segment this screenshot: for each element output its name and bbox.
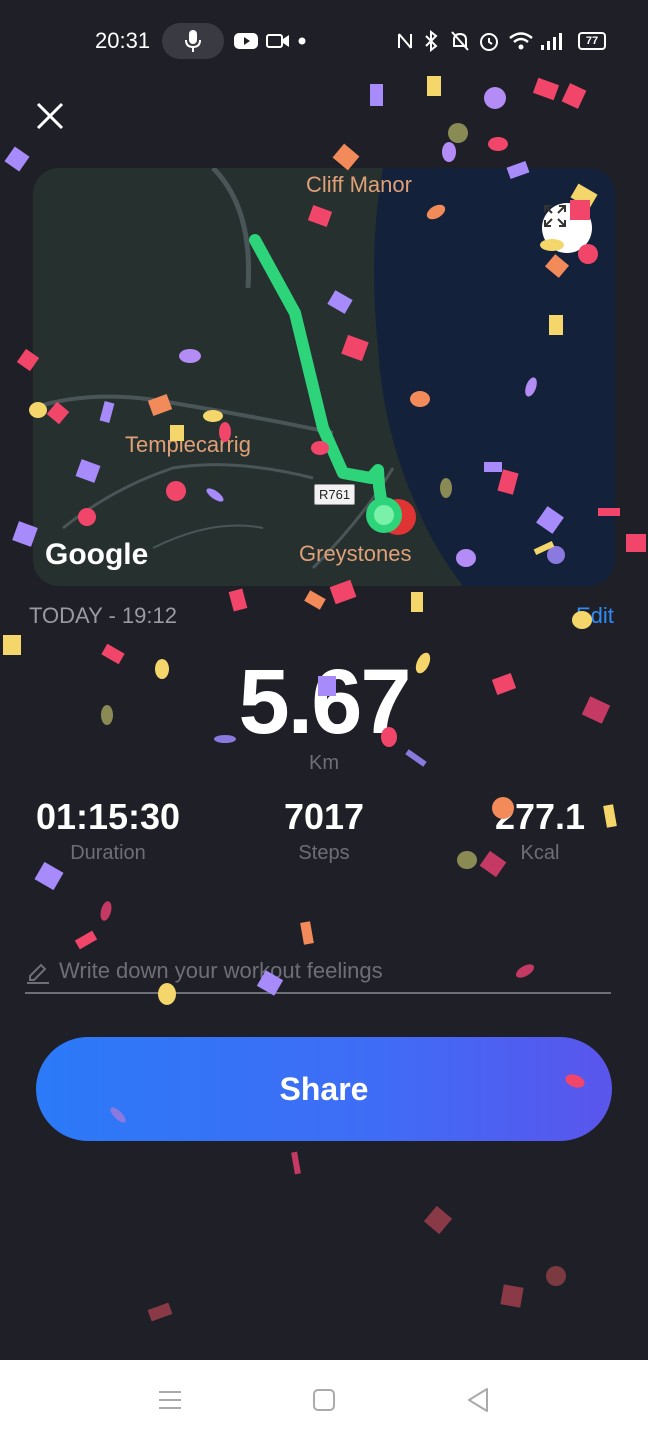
close-icon <box>36 102 64 130</box>
distance-unit: Km <box>309 752 339 774</box>
workout-notes-input[interactable] <box>59 958 599 984</box>
map-label-cliff-manor: Cliff Manor <box>306 172 412 197</box>
kcal-label: Kcal <box>520 842 560 864</box>
status-bar: 20:31 77 <box>0 0 648 84</box>
youtube-icon <box>234 29 258 53</box>
wifi-icon <box>508 29 534 53</box>
close-button[interactable] <box>32 98 68 134</box>
system-nav-bar <box>0 1360 648 1440</box>
bell-muted-icon <box>450 29 470 53</box>
google-logo: Google <box>45 538 149 571</box>
steps-stat: 7017 Steps <box>224 796 424 865</box>
home-square-icon <box>313 1389 335 1411</box>
map-label-templecarrig: Templecarrig <box>125 432 251 457</box>
recent-apps-button[interactable] <box>150 1382 190 1418</box>
kcal-stat: 277.1 Kcal <box>440 796 640 865</box>
alarm-icon <box>478 29 500 53</box>
workout-notes-field[interactable] <box>25 950 611 994</box>
mic-icon <box>185 30 201 52</box>
workout-date: TODAY - 19:12 <box>29 603 177 628</box>
back-button[interactable] <box>458 1382 498 1418</box>
steps-label: Steps <box>298 842 350 864</box>
menu-icon <box>159 1391 181 1409</box>
video-camera-icon <box>266 29 290 53</box>
signal-icon <box>540 29 564 53</box>
duration-value: 01:15:30 <box>35 796 181 837</box>
map-canvas <box>33 168 615 586</box>
pencil-icon <box>27 963 49 984</box>
dot-icon <box>298 29 306 53</box>
distance-value: 5.67 <box>238 651 411 753</box>
duration-label: Duration <box>70 842 146 864</box>
road-sign: R761 <box>314 484 356 505</box>
bluetooth-icon <box>422 29 442 53</box>
battery-indicator: 77 <box>578 32 606 50</box>
route-map[interactable]: Cliff Manor Templecarrig Greystones R761… <box>33 168 615 586</box>
nfc-icon <box>396 29 414 53</box>
expand-map-button[interactable] <box>542 203 592 253</box>
edit-link[interactable]: Edit <box>576 603 614 629</box>
kcal-value: 277.1 <box>494 796 586 837</box>
mic-indicator <box>162 23 224 59</box>
map-label-greystones: Greystones <box>299 541 412 566</box>
back-triangle-icon <box>468 1388 488 1412</box>
home-button[interactable] <box>304 1382 344 1418</box>
duration-stat: 01:15:30 Duration <box>8 796 208 865</box>
share-button[interactable]: Share <box>36 1037 612 1141</box>
expand-icon <box>544 205 566 227</box>
status-time: 20:31 <box>95 28 151 53</box>
steps-value: 7017 <box>283 796 365 837</box>
